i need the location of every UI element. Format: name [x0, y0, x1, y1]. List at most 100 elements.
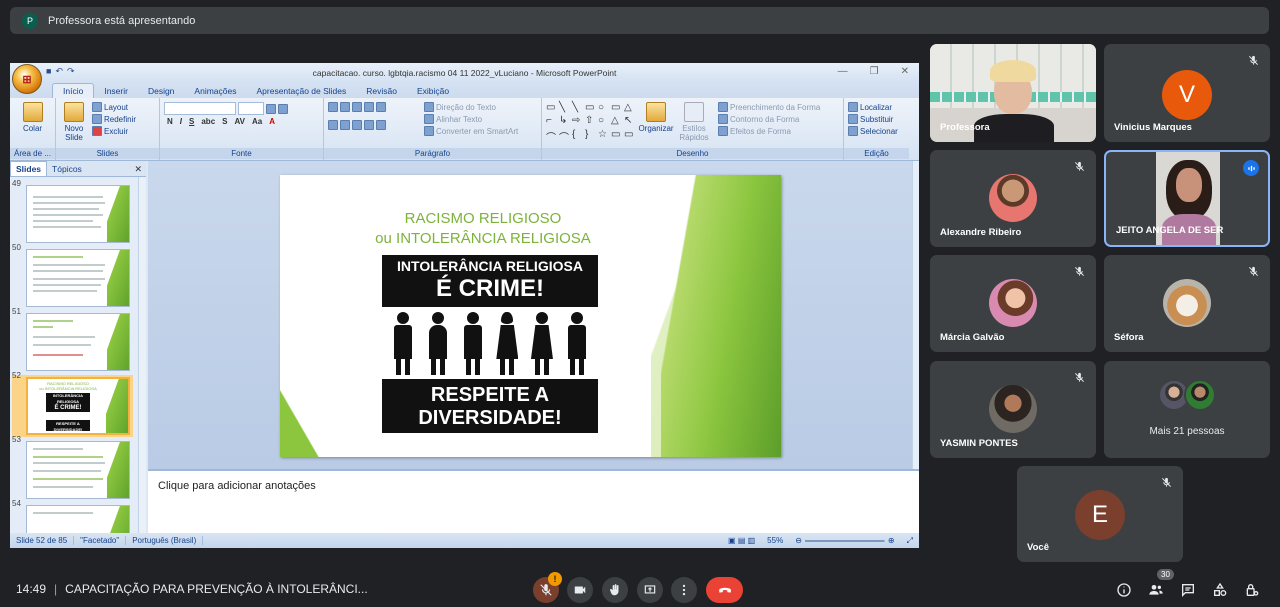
paste-button[interactable]: Colar [14, 124, 51, 133]
underline-icon[interactable]: S [189, 117, 194, 126]
status-bar: Slide 52 de 85 "Facetado" Português (Bra… [10, 533, 919, 548]
numbering-icon[interactable] [340, 102, 350, 112]
participant-tile-alexandre[interactable]: Alexandre Ribeiro [930, 150, 1096, 247]
close-pane-icon[interactable]: ✕ [134, 164, 142, 175]
presenting-text: Professora está apresentando [48, 14, 196, 27]
delete-button[interactable]: Excluir [92, 126, 136, 136]
smartart-button[interactable]: Converter em SmartArt [424, 126, 518, 136]
self-tile[interactable]: E Você [1017, 466, 1183, 562]
slide-thumb[interactable] [26, 249, 130, 307]
more-options-button[interactable] [671, 577, 697, 603]
font-size-input[interactable] [238, 102, 264, 115]
people-button[interactable] [1146, 580, 1166, 600]
tab-exibicao[interactable]: Exibição [407, 84, 459, 98]
paste-icon[interactable] [22, 102, 43, 122]
find-button[interactable]: Localizar [848, 102, 905, 112]
leave-call-button[interactable] [706, 577, 743, 603]
case-icon[interactable]: Aa [252, 117, 262, 126]
fit-window-icon[interactable]: ⤢ [901, 536, 919, 546]
line-spacing-icon[interactable] [376, 102, 386, 112]
current-slide[interactable]: RACISMO RELIGIOSO ou INTOLERÂNCIA RELIGI… [280, 175, 781, 457]
bullets-icon[interactable] [328, 102, 338, 112]
spacing-icon[interactable]: AV [235, 117, 246, 126]
bold-icon[interactable]: N [167, 117, 173, 126]
replace-button[interactable]: Substituir [848, 114, 905, 124]
outline-button[interactable]: Contorno da Forma [718, 114, 820, 124]
new-slide-icon[interactable] [64, 102, 84, 122]
justify-icon[interactable] [364, 120, 374, 130]
participant-tile-sefora[interactable]: Séfora [1104, 255, 1270, 352]
arrange-button[interactable]: Organizar [638, 124, 674, 133]
chat-button[interactable] [1178, 580, 1198, 600]
camera-toggle-button[interactable] [567, 577, 593, 603]
align-center-icon[interactable] [340, 120, 350, 130]
font-color-icon[interactable]: A [269, 117, 275, 126]
notes-pane[interactable]: Clique para adicionar anotações [148, 469, 919, 533]
participant-tile-jeito-angela[interactable]: JEITO ANGELA DE SER [1104, 150, 1270, 247]
meeting-details-button[interactable] [1114, 580, 1134, 600]
align-right-icon[interactable] [352, 120, 362, 130]
thumb-scrollbar[interactable] [138, 177, 146, 533]
new-slide-button[interactable]: Novo Slide [60, 124, 88, 142]
shadow-icon[interactable]: S [222, 117, 227, 126]
tab-design[interactable]: Design [138, 84, 184, 98]
slide-scrollbar[interactable] [912, 161, 919, 469]
participant-tile-professora[interactable]: Professora [930, 44, 1096, 142]
quick-styles-button[interactable]: Estilos Rápidos [676, 124, 712, 142]
columns-icon[interactable] [376, 120, 386, 130]
tab-topicos[interactable]: Tópicos [47, 162, 87, 176]
align-left-icon[interactable] [328, 120, 338, 130]
slide-thumb[interactable] [26, 441, 130, 499]
shapes-gallery[interactable]: ▭ ╲ ╲ ▭ ○ ▭ △ ⌐ ↳ ⇨ ⇧ ○ △ ↖ ⌒ ⌒{} ☆ ▭ ▭ [546, 102, 634, 144]
restore-icon[interactable]: ❐ [870, 66, 879, 77]
host-controls-button[interactable] [1242, 580, 1262, 600]
quick-styles-icon[interactable] [684, 102, 704, 122]
slide-thumb-selected[interactable]: RACISMO RELIGIOSO ou INTOLERÂNCIA RELIGIO… [26, 377, 130, 435]
present-button[interactable] [637, 577, 663, 603]
raise-hand-button[interactable] [602, 577, 628, 603]
slide-thumb[interactable] [26, 313, 130, 371]
indent-inc-icon[interactable] [364, 102, 374, 112]
outline-icon [718, 114, 728, 124]
align-text-button[interactable]: Alinhar Texto [424, 114, 518, 124]
grow-font-icon[interactable] [266, 103, 276, 114]
meeting-controls-bar: 14:49 | CAPACITAÇÃO PARA PREVENÇÃO À INTOL… [0, 567, 1280, 607]
minimize-icon[interactable]: — [838, 66, 848, 77]
status-language[interactable]: Português (Brasil) [126, 536, 204, 545]
participant-tile-vinicius[interactable]: V Vinicius Marques [1104, 44, 1270, 142]
close-icon[interactable]: ✕ [901, 66, 909, 77]
arrange-icon[interactable] [646, 102, 666, 122]
reset-button[interactable]: Redefinir [92, 114, 136, 124]
participant-tile-yasmin[interactable]: YASMIN PONTES [930, 361, 1096, 458]
participant-tile-marcia[interactable]: Márcia Galvão [930, 255, 1096, 352]
tab-apresentacao[interactable]: Apresentação de Slides [246, 84, 356, 98]
shrink-font-icon[interactable] [278, 103, 288, 114]
view-buttons[interactable]: ▣ ▤ ▥ [722, 536, 761, 545]
office-button[interactable]: ⊞ [12, 64, 42, 94]
mic-alert-badge: ! [548, 572, 562, 586]
activities-button[interactable] [1210, 580, 1230, 600]
italic-icon[interactable]: I [180, 117, 182, 126]
select-button[interactable]: Selecionar [848, 126, 905, 136]
tab-animacoes[interactable]: Animações [184, 84, 246, 98]
more-participants-tile[interactable]: Mais 21 pessoas [1104, 361, 1270, 458]
slide-thumb[interactable] [26, 185, 130, 243]
fill-button[interactable]: Preenchimento da Forma [718, 102, 820, 112]
indent-dec-icon[interactable] [352, 102, 362, 112]
layout-button[interactable]: Layout [92, 102, 136, 112]
strike-icon[interactable]: abc [201, 117, 215, 126]
font-name-input[interactable] [164, 102, 236, 115]
effects-button[interactable]: Efeitos de Forma [718, 126, 820, 136]
mic-toggle-button[interactable]: ! [533, 572, 562, 603]
zoom-slider[interactable]: ⊖ ⊕ [789, 536, 900, 545]
tab-revisao[interactable]: Revisão [356, 84, 407, 98]
slide-thumb[interactable] [26, 505, 130, 533]
tab-inserir[interactable]: Inserir [94, 84, 138, 98]
zoom-level[interactable]: 55% [761, 536, 789, 545]
text-direction-button[interactable]: Direção do Texto [424, 102, 518, 112]
tab-inicio[interactable]: Início [52, 83, 95, 98]
group-clipboard: Colar Área de ... [10, 98, 56, 160]
sign-text-diversity: DIVERSIDADE! [382, 407, 598, 433]
tab-slides[interactable]: Slides [10, 161, 48, 176]
more-people-label: Mais 21 pessoas [1149, 426, 1225, 437]
